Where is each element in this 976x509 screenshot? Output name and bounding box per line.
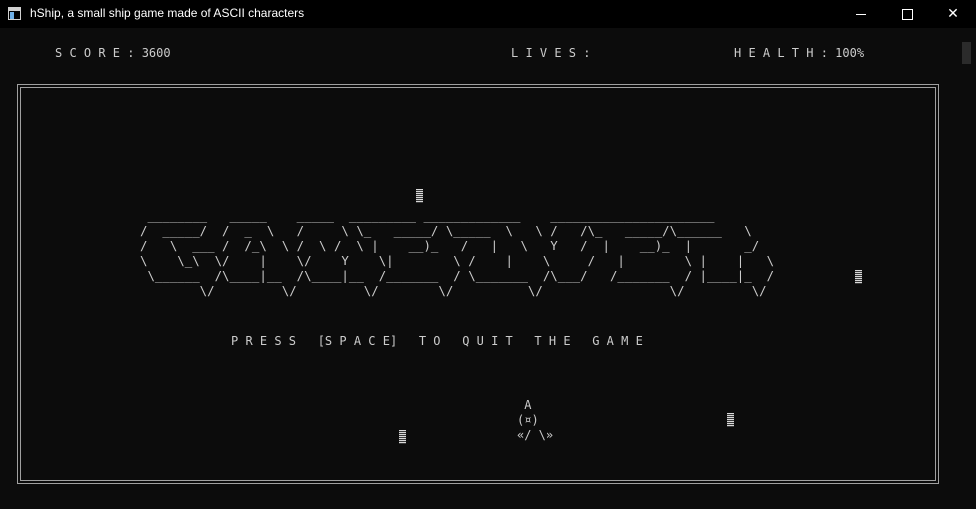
close-button[interactable]: ✕ — [930, 0, 976, 28]
asteroid — [416, 189, 423, 203]
maximize-button[interactable] — [884, 0, 930, 28]
game-over-banner: ________ _____ _____ _________ _________… — [140, 208, 775, 298]
title-bar[interactable]: hShip, a small ship game made of ASCII c… — [0, 0, 976, 28]
maximize-icon — [901, 8, 913, 20]
asteroid — [727, 413, 734, 427]
asteroid — [855, 270, 862, 284]
quit-instruction: P R E S S [S P A C E] T O Q U I T T H E … — [231, 334, 643, 348]
lives-display: L I V E S : — [511, 46, 591, 60]
minimize-icon — [856, 13, 866, 15]
score-display: S C O R E : 3600 — [55, 46, 171, 60]
minimize-button[interactable] — [838, 0, 884, 28]
player-ship: A (¤) «/ \» — [517, 398, 554, 442]
health-display: H E A L T H : 100% — [734, 46, 865, 60]
game-window: hShip, a small ship game made of ASCII c… — [0, 0, 976, 509]
asteroid — [399, 430, 406, 444]
close-icon: ✕ — [947, 6, 959, 22]
scrollbar-thumb[interactable] — [962, 42, 971, 64]
window-title: hShip, a small ship game made of ASCII c… — [30, 6, 305, 20]
console-app-icon[interactable] — [8, 7, 21, 20]
